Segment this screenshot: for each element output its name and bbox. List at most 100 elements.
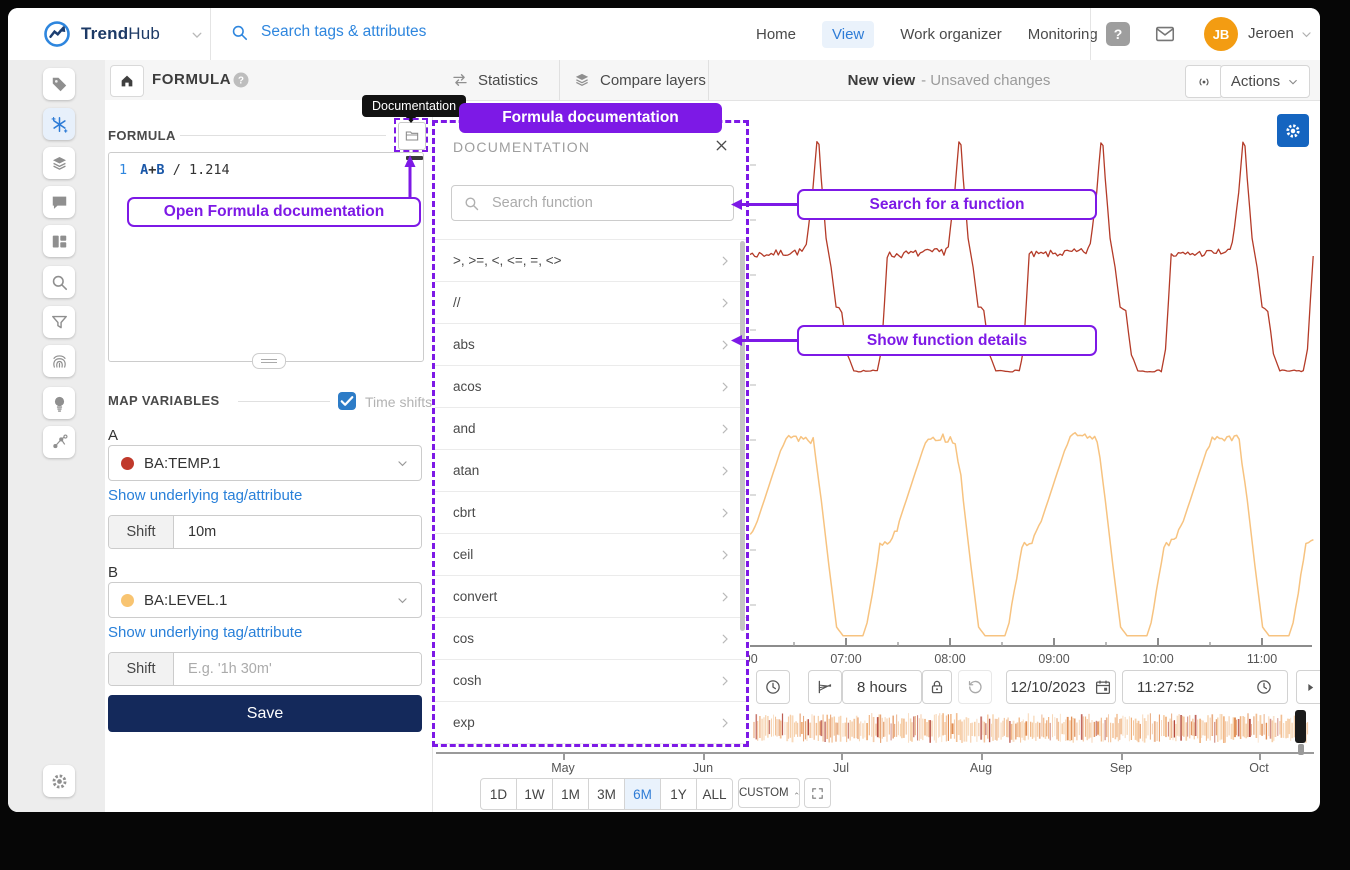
compare-layers-button[interactable]: Compare layers [573,60,706,100]
function-search-input[interactable] [490,194,722,212]
lock-icon [928,678,946,696]
live-mode-button[interactable] [1185,65,1223,98]
mail-icon[interactable] [1154,23,1176,45]
duration-field[interactable]: 8 hours [842,670,922,704]
formula-section-label: FORMULA [108,128,176,143]
app-logo[interactable]: TrendHub [42,19,160,49]
user-chevron-down-icon[interactable] [1300,28,1313,41]
variable-b-label: B [108,564,118,581]
fit-view-button[interactable] [804,778,831,808]
sidebar-item-formula[interactable] [43,108,75,140]
sidebar-item-node-graph[interactable] [43,426,75,458]
shift-input-a[interactable] [174,516,421,548]
doc-function-row[interactable]: >, >=, <, <=, =, <> [435,239,746,281]
variable-b-select[interactable]: BA:LEVEL.1 [108,582,422,618]
nav-item-monitoring[interactable]: Monitoring [1028,26,1098,43]
sidebar-item-settings[interactable] [43,765,75,797]
sidebar-item-bulb[interactable] [43,387,75,419]
editor-scrollbar[interactable] [406,156,423,160]
sidebar-item-layers[interactable] [43,147,75,179]
doc-function-row[interactable]: atan [435,449,746,491]
statistics-button[interactable]: Statistics [451,60,538,100]
x-axis-tick-label: 10:00 [1142,652,1173,666]
doc-function-row[interactable]: convert [435,575,746,617]
chevron-right-icon [718,716,732,730]
save-button[interactable]: Save [108,695,422,732]
sidebar-item-filter[interactable] [43,306,75,338]
context-overview-strip[interactable] [753,711,1311,747]
shift-input-b[interactable] [174,653,421,685]
context-range-grip[interactable] [1298,744,1304,755]
range-button-1y[interactable]: 1Y [660,779,696,809]
zoom-range-group: 1D1W1M3M6M1YALL [480,778,733,810]
show-underlying-link-b[interactable]: Show underlying tag/attribute [108,624,302,641]
global-search[interactable] [230,22,523,42]
actions-button[interactable]: Actions [1220,65,1310,98]
user-avatar[interactable]: JB [1204,17,1238,51]
doc-function-row[interactable]: cos [435,617,746,659]
doc-function-row[interactable]: abs [435,323,746,365]
custom-range-button[interactable]: CUSTOM [738,778,800,808]
time-field[interactable]: 11:27:52 [1122,670,1288,704]
shift-field-b[interactable]: Shift [108,652,422,686]
sidebar-item-fingerprint[interactable] [43,345,75,377]
x-axis-tick-label: 07:00 [830,652,861,666]
formula-editor[interactable]: 1 A+B / 1.214 [108,152,424,362]
gear-icon [1284,122,1302,140]
sidebar-item-search[interactable] [43,266,75,298]
month-label: Sep [1110,761,1132,775]
formula-help-icon[interactable]: ? [232,71,250,89]
series-a-color-dot [121,457,134,470]
sidebar-item-tag[interactable] [43,68,75,100]
doc-function-row[interactable]: floor [435,743,746,747]
nav-item-view[interactable]: View [822,21,874,48]
variable-a-select[interactable]: BA:TEMP.1 [108,445,422,481]
step-forward-button[interactable] [1296,670,1320,704]
help-button[interactable]: ? [1106,22,1130,46]
month-label: Aug [970,761,992,775]
toolbar-divider-2 [708,60,709,100]
range-button-1w[interactable]: 1W [516,779,552,809]
context-range-handle[interactable] [1295,710,1306,743]
doc-function-row[interactable]: and [435,407,746,449]
chart-settings-button[interactable] [1277,114,1309,147]
doc-function-row[interactable]: ceil [435,533,746,575]
annotation-dashed-box [394,118,428,152]
show-underlying-link-a[interactable]: Show underlying tag/attribute [108,487,302,504]
doc-function-row[interactable]: cosh [435,659,746,701]
series-b-color-dot [121,594,134,607]
nav-item-home[interactable]: Home [756,26,796,43]
range-button-1m[interactable]: 1M [552,779,588,809]
doc-function-row[interactable]: exp [435,701,746,743]
doc-function-row[interactable]: acos [435,365,746,407]
annotation-search-fn: Search for a function [797,189,1097,220]
user-name[interactable]: Jeroen [1248,25,1294,42]
shift-field-a[interactable]: Shift [108,515,422,549]
documentation-title: DOCUMENTATION [453,139,590,155]
lock-duration-button[interactable] [922,670,952,704]
sidebar-item-dashboard[interactable] [43,225,75,257]
time-shifts-label: Time shifts [365,394,432,410]
date-field[interactable]: 12/10/2023 [1006,670,1116,704]
range-button-all[interactable]: ALL [696,779,732,809]
nav-item-work-organizer[interactable]: Work organizer [900,26,1001,43]
time-shifts-checkbox[interactable] [338,392,356,410]
function-search[interactable] [451,185,734,221]
range-button-1d[interactable]: 1D [481,779,516,809]
sidebar-item-comment[interactable] [43,186,75,218]
global-search-input[interactable] [259,22,523,42]
editor-resize-handle[interactable] [252,353,286,369]
doc-function-row[interactable]: cbrt [435,491,746,533]
close-icon[interactable] [713,137,730,154]
brand-chevron-down-icon[interactable] [190,28,204,42]
scrollbar-thumb[interactable] [740,241,745,631]
doc-function-row[interactable]: // [435,281,746,323]
home-button[interactable] [110,65,144,97]
trend-scale-button[interactable] [808,670,842,704]
range-button-3m[interactable]: 3M [588,779,624,809]
chevron-right-icon [718,296,732,310]
range-button-6m[interactable]: 6M [624,779,660,809]
time-clock-button[interactable] [756,670,790,704]
history-button[interactable] [958,670,992,704]
annotation-pill: Formula documentation [459,103,722,133]
